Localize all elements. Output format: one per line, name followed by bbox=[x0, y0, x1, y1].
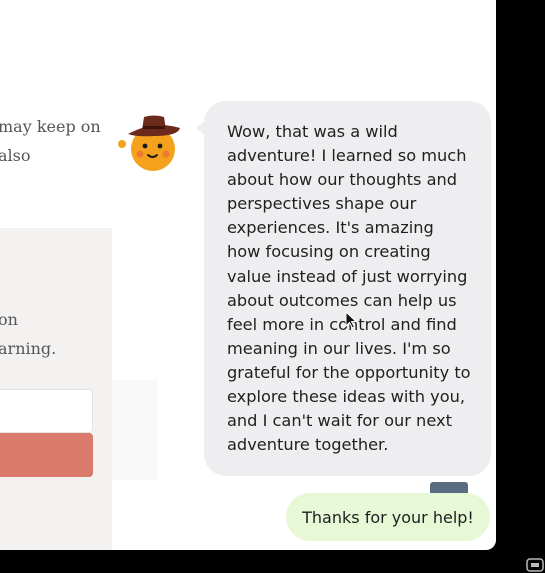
background-text-fragment: arning. bbox=[0, 339, 57, 358]
user-message-bubble: Thanks for your help! bbox=[286, 493, 490, 541]
submit-button[interactable] bbox=[0, 433, 93, 477]
panel-shadow bbox=[112, 380, 157, 480]
chat-window: may keep on also on arning. Wow, that wa… bbox=[0, 0, 496, 550]
cowboy-emoji-icon bbox=[118, 115, 180, 171]
background-text-fragment: also bbox=[0, 146, 31, 165]
assistant-message-bubble: Wow, that was a wild adventure! I learne… bbox=[204, 101, 491, 476]
background-text-fragment: may keep on bbox=[0, 117, 101, 136]
user-message-text: Thanks for your help! bbox=[302, 507, 474, 527]
screen-capture-icon[interactable] bbox=[526, 558, 544, 572]
mouse-pointer-icon bbox=[345, 311, 357, 329]
assistant-message-text: Wow, that was a wild adventure! I learne… bbox=[227, 122, 471, 455]
text-input[interactable] bbox=[0, 389, 93, 433]
background-text-fragment: on bbox=[0, 310, 18, 329]
